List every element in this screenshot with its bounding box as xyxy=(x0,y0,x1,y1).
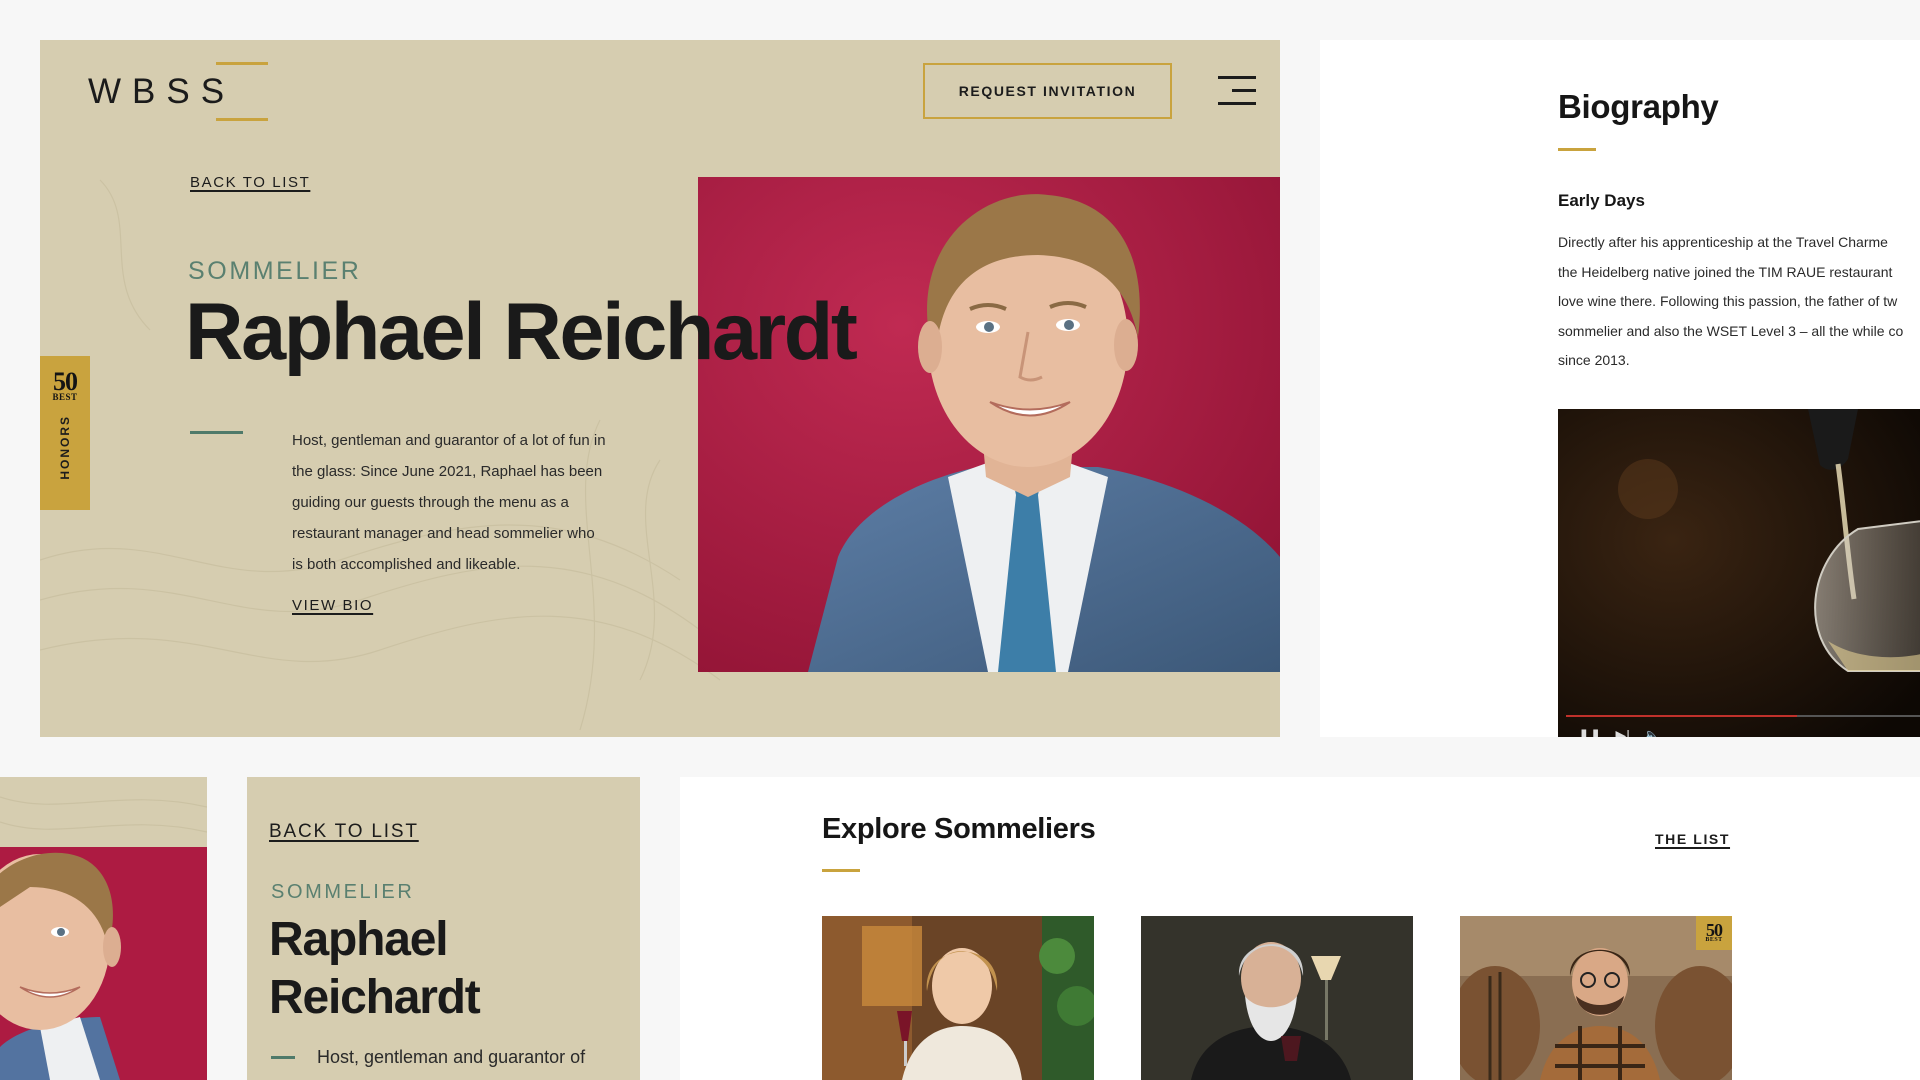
wbss-logo[interactable]: WBSS xyxy=(88,62,268,121)
mobile-preview-text-panel: BACK TO LIST SOMMELIER Raphael Reichardt… xyxy=(247,777,640,1080)
sommelier-card-photo xyxy=(822,916,1094,1080)
mobile-back-to-list-link[interactable]: BACK TO LIST xyxy=(269,821,419,843)
mobile-name-line: Raphael xyxy=(269,913,449,966)
bio-line: sommelier and also the WSET Level 3 – al… xyxy=(1558,322,1904,339)
biography-text: Directly after his apprenticeship at the… xyxy=(1558,228,1920,376)
mobile-role-label: SOMMELIER xyxy=(271,881,415,903)
biography-panel: Biography Early Days Directly after his … xyxy=(1320,40,1920,737)
biography-accent-line xyxy=(1558,148,1596,151)
early-days-heading: Early Days xyxy=(1558,191,1645,210)
video-controls: ❚❚ ▶| 🔈 xyxy=(1578,727,1661,737)
bio-line: love wine there. Following this passion,… xyxy=(1558,293,1898,309)
next-icon[interactable]: ▶| xyxy=(1615,727,1629,737)
intro-line: guiding our guests through the menu as a xyxy=(292,494,569,511)
mobile-preview-image-panel xyxy=(0,777,207,1080)
hamburger-menu-icon[interactable] xyxy=(1218,74,1258,108)
the-list-link[interactable]: THE LIST xyxy=(1655,831,1730,847)
back-to-list-link[interactable]: BACK TO LIST xyxy=(190,174,310,191)
50-best-badge-icon: 50 BEST xyxy=(1696,916,1732,950)
sommelier-card-photo xyxy=(1141,916,1413,1080)
intro-line: the glass: Since June 2021, Raphael has … xyxy=(292,463,603,480)
pause-icon[interactable]: ❚❚ xyxy=(1578,727,1601,737)
logo-text: WBSS xyxy=(88,72,236,111)
video-progress-fill xyxy=(1566,715,1797,717)
accent-line xyxy=(190,431,243,434)
50-best-badge-icon: 50 BEST xyxy=(52,367,78,403)
mobile-portrait-illustration xyxy=(0,847,207,1080)
sommelier-card[interactable] xyxy=(1141,916,1413,1080)
intro-line: Host, gentleman and guarantor of a lot o… xyxy=(292,432,606,449)
hero-panel: WBSS REQUEST INVITATION BACK TO LIST SOM… xyxy=(40,40,1280,737)
explore-title: Explore Sommeliers xyxy=(822,813,1096,845)
explore-sommeliers-panel: Explore Sommeliers THE LIST 50 BEST xyxy=(680,777,1920,1080)
bio-line: since 2013. xyxy=(1558,352,1630,368)
sommelier-portrait xyxy=(698,177,1280,672)
intro-text: Host, gentleman and guarantor of a lot o… xyxy=(292,425,606,580)
mobile-intro-text: Host, gentleman and guarantor of xyxy=(317,1047,586,1067)
honors-label: HONORS xyxy=(58,415,72,481)
sommelier-card[interactable]: 50 BEST xyxy=(1460,916,1732,1080)
logo-bar-bottom xyxy=(216,118,268,121)
video-progress-bar[interactable] xyxy=(1566,715,1920,717)
mobile-accent-line xyxy=(271,1056,295,1059)
bio-line: the Heidelberg native joined the TIM RAU… xyxy=(1558,263,1893,280)
mobile-name-line: Reichardt xyxy=(269,971,481,1024)
wine-pour-illustration xyxy=(1558,409,1920,737)
honors-tab[interactable]: 50 BEST HONORS xyxy=(40,356,90,510)
explore-accent-line xyxy=(822,869,860,872)
request-invitation-button[interactable]: REQUEST INVITATION xyxy=(923,63,1172,119)
intro-line: is both accomplished and likeable. xyxy=(292,556,521,573)
sommelier-card[interactable] xyxy=(822,916,1094,1080)
mobile-sommelier-name: Raphael Reichardt xyxy=(269,911,481,1027)
portrait-illustration xyxy=(698,177,1280,672)
sommelier-card-photo xyxy=(1460,916,1732,1080)
role-label: SOMMELIER xyxy=(188,257,362,285)
logo-bar-top xyxy=(216,62,268,65)
mobile-portrait xyxy=(0,847,207,1080)
bio-line: Directly after his apprenticeship at the… xyxy=(1558,234,1888,250)
view-bio-link[interactable]: VIEW BIO xyxy=(292,597,373,614)
biography-title: Biography xyxy=(1558,88,1719,125)
wine-video-player[interactable]: ❚❚ ▶| 🔈 xyxy=(1558,409,1920,737)
sommelier-name: Raphael Reichardt xyxy=(185,287,858,377)
intro-line: restaurant manager and head sommelier wh… xyxy=(292,525,595,542)
volume-icon[interactable]: 🔈 xyxy=(1644,727,1661,737)
